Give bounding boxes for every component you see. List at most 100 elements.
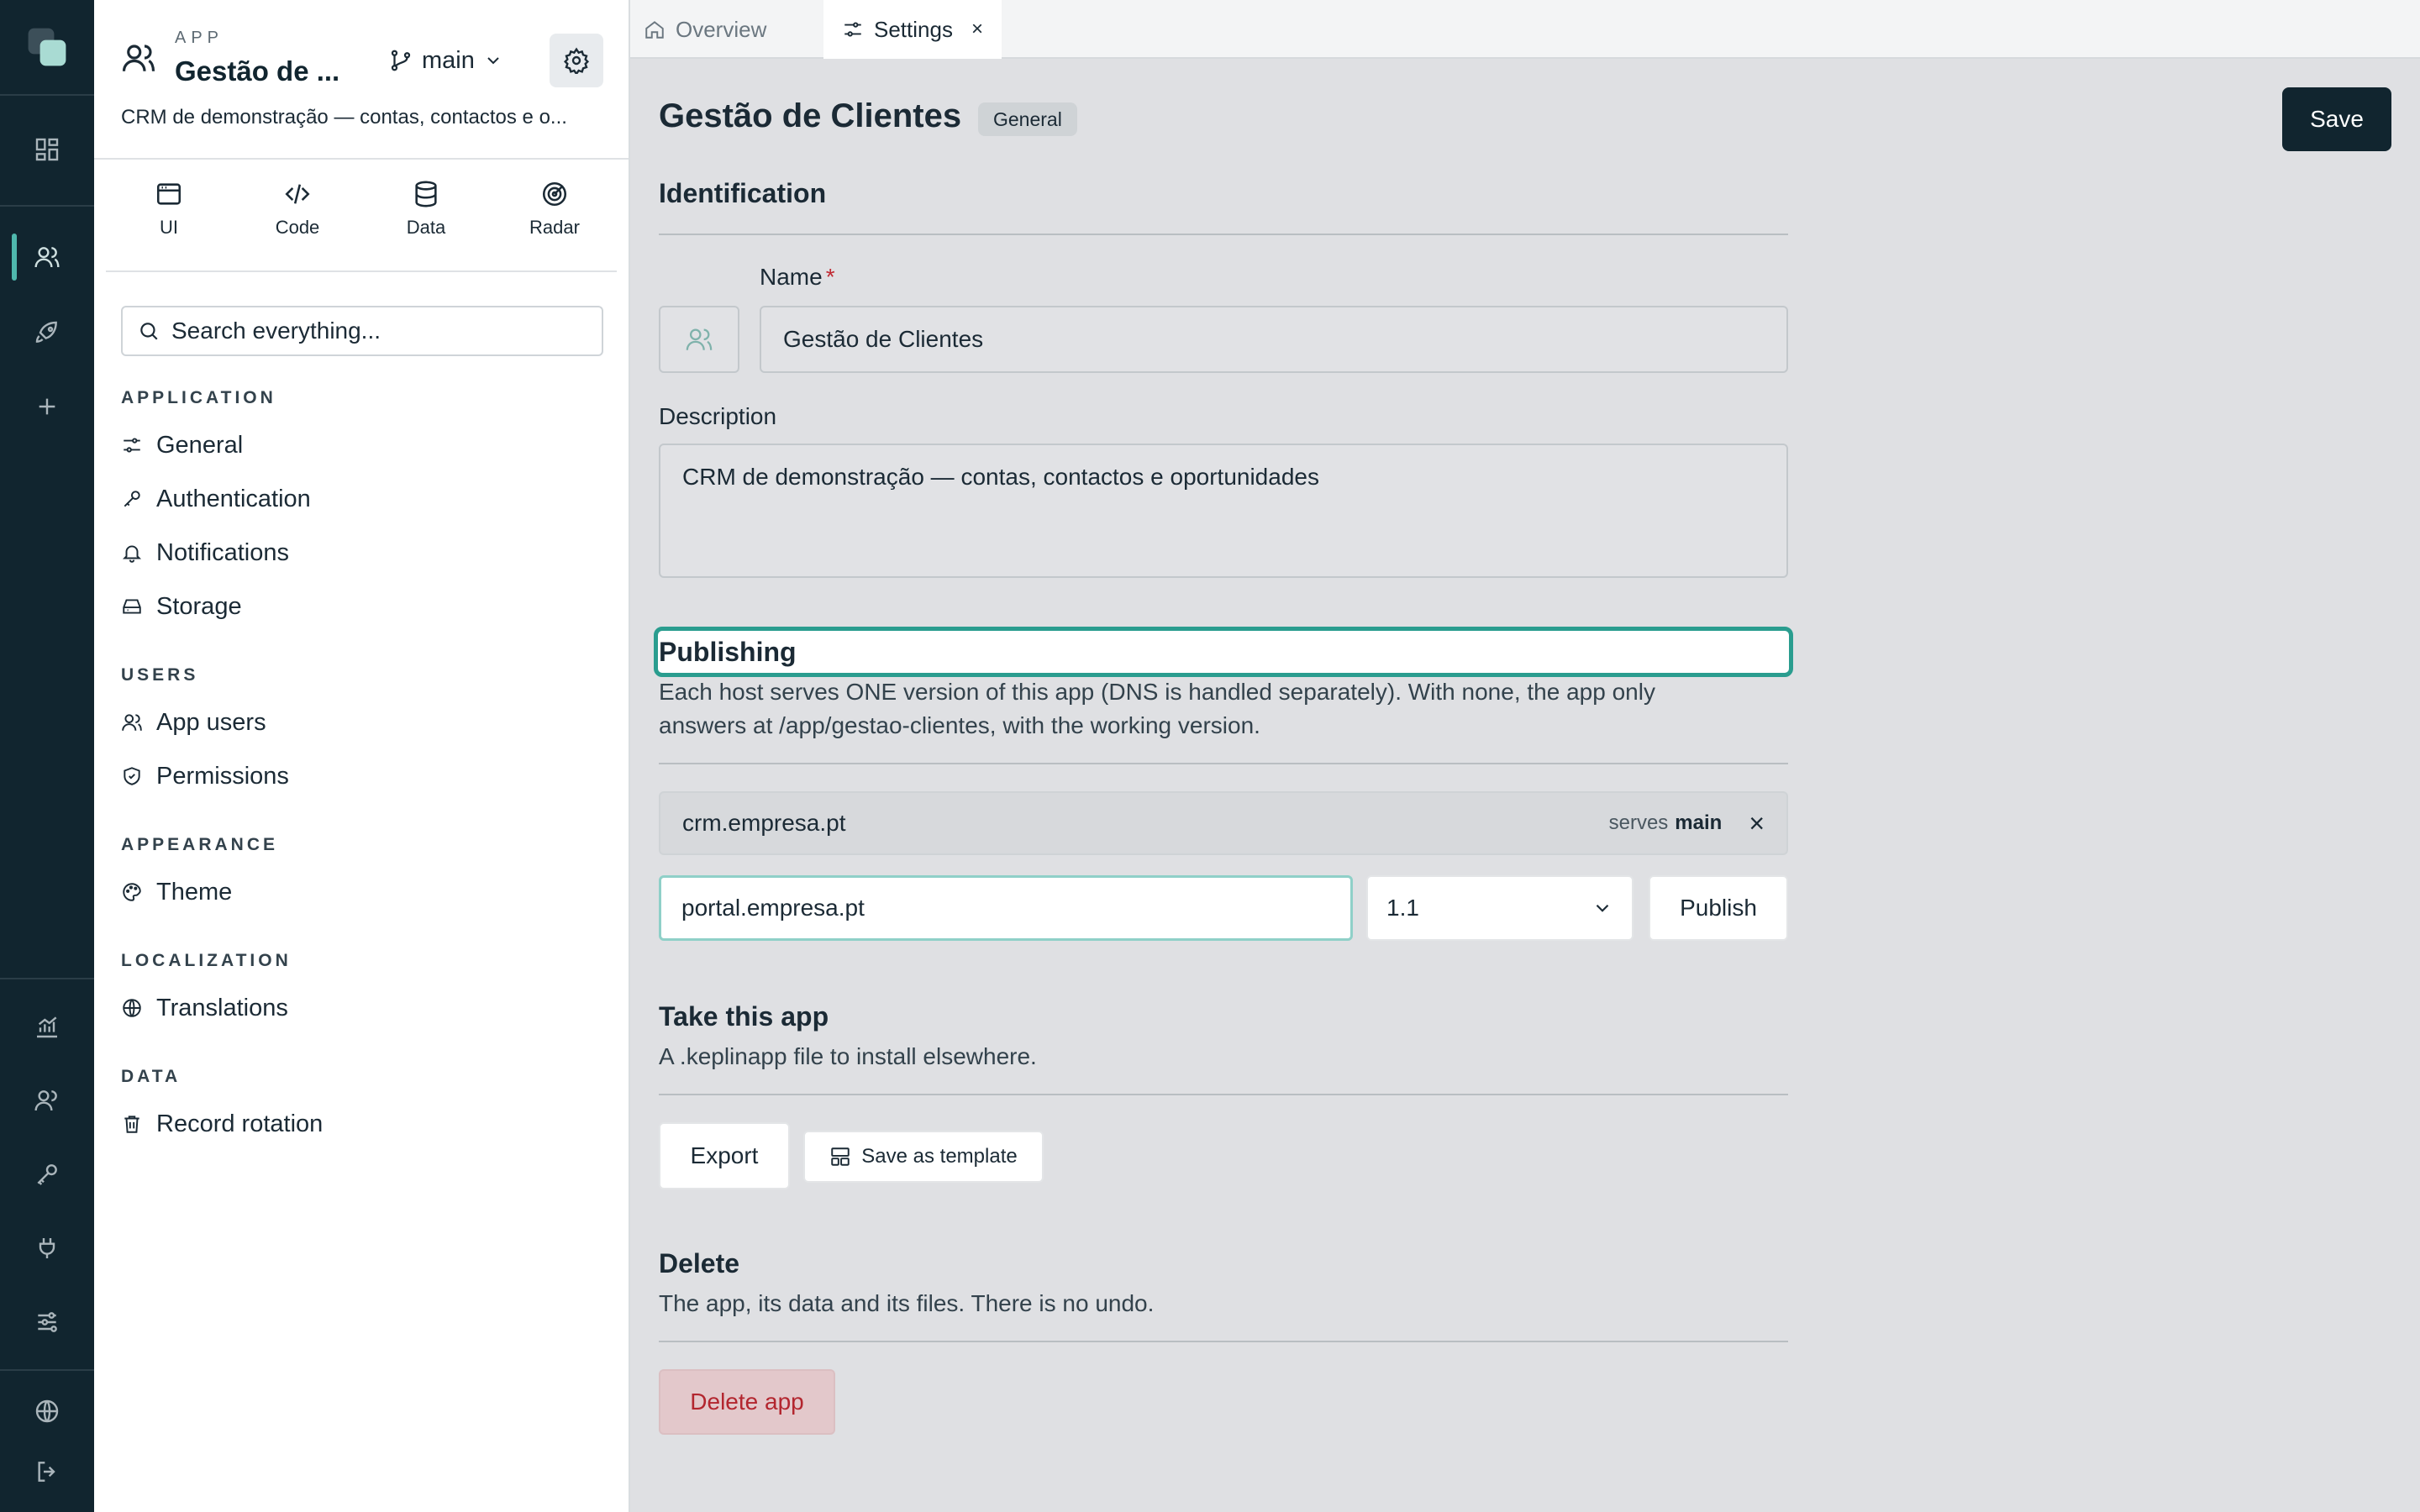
sidebar-item-theme[interactable]: Theme <box>121 871 232 913</box>
tool-ui[interactable]: UI <box>106 180 232 239</box>
publishing-help-line1: Each host serves ONE version of this app… <box>659 679 1655 705</box>
remove-host-icon[interactable]: × <box>1749 808 1765 839</box>
name-field[interactable]: Gestão de Clientes <box>760 306 1788 373</box>
serves-prefix: serves <box>1608 811 1669 834</box>
palette-icon <box>123 883 141 901</box>
sidebar-item-general[interactable]: General <box>121 424 243 466</box>
section-badge: General <box>978 102 1077 136</box>
save-button[interactable]: Save <box>2282 87 2391 151</box>
logo-icon[interactable] <box>0 20 94 74</box>
identification-heading: Identification <box>659 178 827 208</box>
sidebar-item-label: Notifications <box>156 538 289 566</box>
users-icon[interactable] <box>0 230 94 284</box>
sidebar-item-record-rotation[interactable]: Record rotation <box>121 1103 323 1145</box>
sidebar-item-label: Theme <box>156 878 233 906</box>
plug-icon[interactable] <box>0 1221 94 1275</box>
sidebar-item-storage[interactable]: Storage <box>121 585 242 627</box>
delete-app-button[interactable]: Delete app <box>659 1369 835 1435</box>
new-host-value: portal.empresa.pt <box>681 895 865 921</box>
shield-check-icon <box>124 767 140 785</box>
sliders-small-icon <box>124 438 140 453</box>
sidebar-item-label: Authentication <box>156 485 311 512</box>
required-mark: * <box>825 264 835 290</box>
save-as-template-label: Save as template <box>861 1145 1018 1168</box>
bell-icon <box>122 545 142 563</box>
sidebar-item-label: Permissions <box>156 762 289 790</box>
tool-data[interactable]: Data <box>363 180 489 239</box>
tab-overview[interactable]: Overview <box>644 0 766 59</box>
sidebar-item-label: Record rotation <box>156 1110 324 1137</box>
database-icon <box>415 181 437 207</box>
publishing-heading-focus <box>654 627 1793 677</box>
globe-icon <box>123 999 141 1017</box>
sidebar-item-translations[interactable]: Translations <box>121 987 288 1029</box>
app-icon-picker[interactable] <box>659 306 739 373</box>
search-icon <box>140 323 158 340</box>
publish-button[interactable]: Publish <box>1649 875 1788 941</box>
new-host-input[interactable]: portal.empresa.pt <box>659 875 1353 941</box>
chevron-down-icon <box>1596 904 1609 912</box>
serves-branch: main <box>1675 811 1723 834</box>
page-title: Gestão de Clientes <box>659 97 962 134</box>
code-icon <box>285 184 310 204</box>
tool-radar[interactable]: Radar <box>492 180 618 239</box>
icon-rail <box>0 0 94 1512</box>
browser-window-icon <box>156 183 182 205</box>
nav-section-application: APPLICATION <box>121 388 276 407</box>
close-icon[interactable]: × <box>971 18 983 41</box>
hard-drive-icon <box>123 599 141 614</box>
globe-icon[interactable] <box>0 1384 94 1438</box>
description-label: Description <box>659 403 777 429</box>
version-select[interactable]: 1.1 <box>1366 875 1634 941</box>
logout-icon[interactable] <box>0 1445 94 1499</box>
gear-icon <box>563 47 590 74</box>
app-title: Gestão de ... <box>175 55 340 87</box>
branch-selector[interactable]: main <box>388 40 503 81</box>
delete-help: The app, its data and its files. There i… <box>659 1290 1155 1316</box>
people-icon[interactable] <box>0 1074 94 1127</box>
chart-icon[interactable] <box>0 1000 94 1053</box>
plus-icon[interactable] <box>0 380 94 433</box>
publishing-heading: Publishing <box>659 637 797 667</box>
host-name: crm.empresa.pt <box>682 810 846 836</box>
tab-settings[interactable]: Settings × <box>823 0 1002 59</box>
home-icon <box>645 21 664 39</box>
sidebar-item-label: Storage <box>156 592 242 620</box>
name-label: Name * <box>760 264 835 290</box>
tab-overview-label: Overview <box>676 16 767 42</box>
template-icon <box>831 1147 850 1166</box>
tool-ui-label: UI <box>160 217 178 238</box>
description-field-value: CRM de demonstração — contas, contactos … <box>682 464 1319 490</box>
description-field[interactable]: CRM de demonstração — contas, contactos … <box>659 444 1788 578</box>
app-description: CRM de demonstração — contas, contactos … <box>121 106 567 129</box>
sidebar-item-notifications[interactable]: Notifications <box>121 532 289 574</box>
take-help: A .keplinapp file to install elsewhere. <box>659 1043 1037 1069</box>
save-as-template-button[interactable]: Save as template <box>803 1131 1044 1183</box>
version-value: 1.1 <box>1386 895 1419 921</box>
trash-icon <box>124 1116 139 1133</box>
export-button[interactable]: Export <box>659 1122 790 1189</box>
app-settings-button[interactable] <box>550 34 603 87</box>
tool-data-label: Data <box>406 217 446 238</box>
git-branch-icon <box>391 50 411 71</box>
sidebar-item-app-users[interactable]: App users <box>121 701 266 743</box>
rocket-icon[interactable] <box>0 306 94 360</box>
users-icon <box>686 328 713 350</box>
tab-settings-label: Settings <box>874 16 953 42</box>
key-icon[interactable] <box>0 1147 94 1201</box>
app-label: APP <box>175 29 224 47</box>
search-input[interactable]: Search everything... <box>121 306 603 356</box>
search-placeholder: Search everything... <box>171 318 381 344</box>
chevron-down-icon <box>487 57 499 65</box>
radar-icon <box>542 181 567 207</box>
sidebar-item-authentication[interactable]: Authentication <box>121 478 311 520</box>
users-icon <box>122 714 142 731</box>
branch-name: main <box>422 46 475 74</box>
sidebar-item-permissions[interactable]: Permissions <box>121 755 289 797</box>
sliders-icon[interactable] <box>0 1295 94 1349</box>
dashboard-icon[interactable] <box>0 123 94 176</box>
tool-code-label: Code <box>275 217 320 238</box>
nav-section-localization: LOCALIZATION <box>121 951 292 970</box>
tool-code[interactable]: Code <box>234 180 360 239</box>
delete-heading: Delete <box>659 1248 740 1278</box>
